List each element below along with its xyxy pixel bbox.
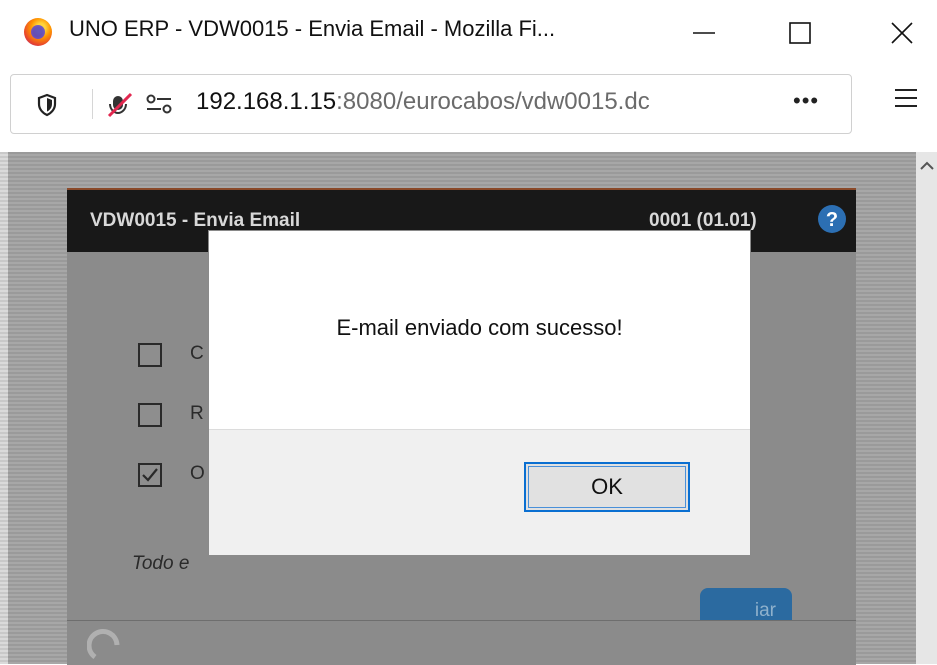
- checkbox-3-label: O: [190, 463, 205, 484]
- page-content: VDW0015 - Envia Email 0001 (01.01) ? C R…: [0, 152, 937, 665]
- minimize-icon: [693, 32, 715, 34]
- checkbox-3[interactable]: [138, 463, 162, 487]
- alert-dialog: E-mail enviado com sucesso! OK: [208, 230, 751, 555]
- url-host: 192.168.1.15: [196, 88, 337, 115]
- window-titlebar: UNO ERP - VDW0015 - Envia Email - Mozill…: [0, 0, 937, 66]
- info-note: Todo e: [132, 553, 190, 574]
- alert-message: E-mail enviado com sucesso!: [336, 315, 623, 340]
- loading-spinner-icon: [87, 629, 120, 660]
- help-icon[interactable]: ?: [817, 204, 847, 234]
- app-footer: [67, 620, 856, 665]
- close-icon: [891, 22, 913, 44]
- close-button[interactable]: [872, 10, 932, 56]
- vertical-scrollbar[interactable]: [916, 152, 937, 664]
- checkbox-1-label: C: [190, 343, 204, 364]
- url-bar-divider: [92, 89, 93, 119]
- checkbox-2[interactable]: [138, 403, 162, 427]
- hamburger-menu-icon[interactable]: [893, 86, 919, 110]
- maximize-button[interactable]: [770, 10, 830, 56]
- maximize-icon: [789, 22, 811, 44]
- scroll-up-icon[interactable]: [920, 160, 934, 170]
- firefox-icon: [24, 18, 52, 46]
- checkbox-2-label: R: [190, 403, 204, 424]
- page-actions-icon[interactable]: •••: [793, 88, 819, 114]
- url-bar[interactable]: 192.168.1.15:8080/eurocabos/vdw0015.dc •…: [10, 74, 852, 134]
- navigation-bar: 192.168.1.15:8080/eurocabos/vdw0015.dc •…: [0, 66, 937, 146]
- checkmark-icon: [142, 468, 158, 482]
- checkbox-1[interactable]: [138, 343, 162, 367]
- help-icon-label: ?: [826, 209, 838, 231]
- media-blocked-icon[interactable]: [107, 92, 133, 118]
- url-path: :8080/eurocabos/vdw0015.dc: [336, 88, 650, 115]
- app-title: VDW0015 - Envia Email: [90, 210, 301, 231]
- minimize-button[interactable]: [674, 10, 734, 56]
- permissions-icon[interactable]: [145, 94, 173, 114]
- window-title: UNO ERP - VDW0015 - Envia Email - Mozill…: [69, 16, 556, 41]
- alert-footer: OK: [209, 429, 750, 555]
- app-version: 0001 (01.01): [649, 210, 757, 231]
- url-text[interactable]: 192.168.1.15:8080/eurocabos/vdw0015.dc: [196, 88, 776, 116]
- shield-icon[interactable]: [36, 93, 58, 117]
- ok-button[interactable]: OK: [524, 462, 690, 512]
